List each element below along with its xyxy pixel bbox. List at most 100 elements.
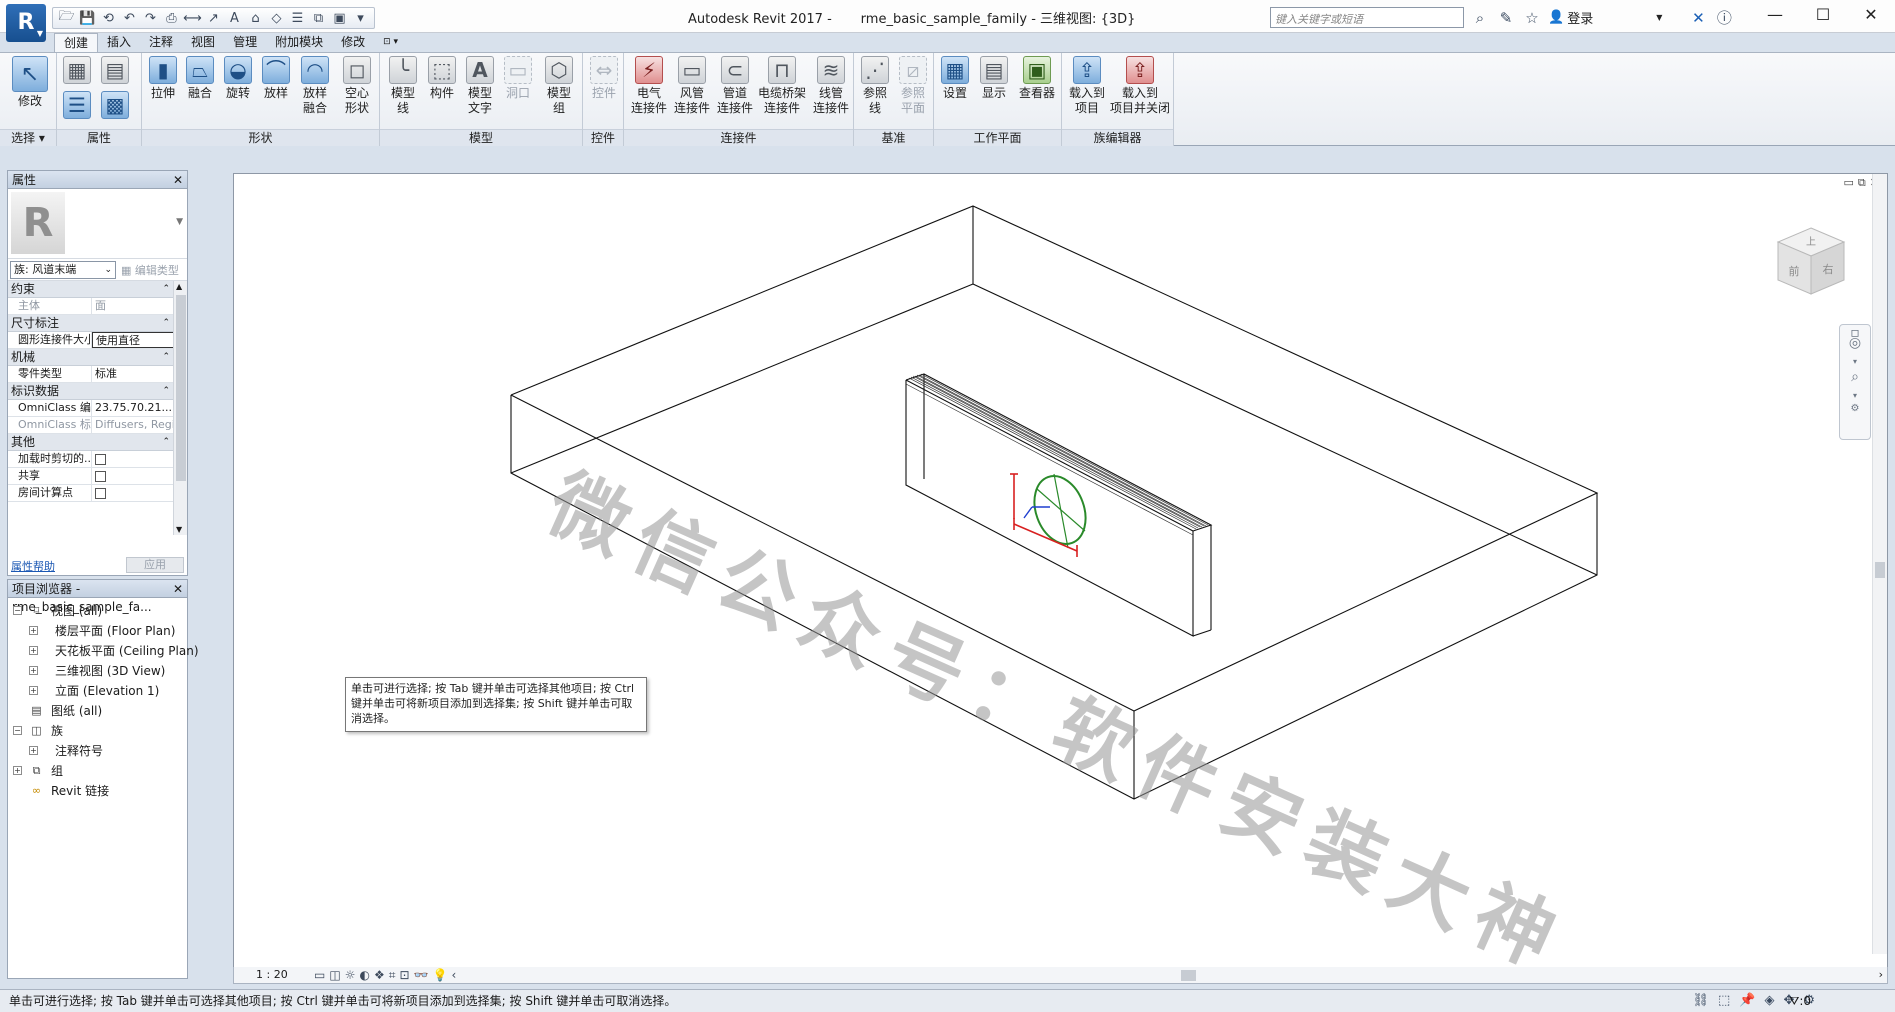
vertical-scrollbar[interactable]	[1872, 174, 1887, 954]
sign-in-button[interactable]: 👤 登录 ▼	[1548, 8, 1662, 27]
type-properties-button[interactable]: ▩	[101, 91, 129, 121]
tree-item-families[interactable]: − ◫ 族	[8, 721, 187, 741]
part-type-field[interactable]: 标准	[92, 366, 174, 382]
viewcube[interactable]: 上 前 右	[1772, 224, 1850, 302]
set-work-plane-button[interactable]: ▦ 设置	[938, 56, 972, 101]
select-underlay-icon[interactable]: ⬚	[1718, 990, 1730, 1012]
section-icon[interactable]: ◇	[267, 10, 286, 27]
electrical-connector-button[interactable]: ⚡ 电气 连接件	[628, 56, 670, 116]
model-line-button[interactable]: ╰ 模型线	[386, 56, 420, 116]
switch-windows-icon[interactable]: ▣	[330, 10, 349, 27]
tab-manage[interactable]: 管理	[224, 33, 266, 52]
shared-checkbox[interactable]	[95, 471, 106, 482]
view-scale-button[interactable]: 1 : 20	[256, 967, 288, 983]
tree-item-floor-plan[interactable]: + 楼层平面 (Floor Plan)	[8, 621, 187, 641]
ribbon-minimize-toggle[interactable]: ⊡ ▾	[374, 33, 407, 52]
control-button[interactable]: ⇔ 控件	[587, 56, 621, 101]
undo-icon[interactable]: ↶	[120, 10, 139, 27]
text-icon[interactable]: A	[225, 10, 244, 27]
blend-button[interactable]: ⏢ 融合	[183, 56, 217, 101]
options-icon[interactable]: ⚙	[1840, 403, 1870, 425]
tab-view[interactable]: 视图	[182, 33, 224, 52]
exchange-apps-icon[interactable]: ✕	[1688, 8, 1708, 28]
subscription-icon[interactable]: ✎	[1496, 8, 1516, 28]
search-input[interactable]: 键入关键字或短语	[1270, 7, 1464, 28]
steering-wheel-icon[interactable]: ◎	[1840, 335, 1870, 357]
tree-item-annotation-symbols[interactable]: + 注释符号	[8, 741, 187, 761]
duct-connector-button[interactable]: ▭ 风管 连接件	[671, 56, 713, 116]
dimension-icon[interactable]: ↗	[204, 10, 223, 27]
3d-model-geometry[interactable]	[234, 174, 1874, 964]
detail-level-icon[interactable]: ▭	[314, 967, 325, 983]
sun-path-icon[interactable]: ☼	[345, 967, 356, 983]
horizontal-scroll-thumb[interactable]	[1181, 970, 1196, 981]
pipe-connector-button[interactable]: ⊂ 管道 连接件	[714, 56, 756, 116]
sweep-button[interactable]: ⌒ 放样	[259, 56, 293, 101]
expand-icon[interactable]: +	[29, 666, 38, 675]
visual-style-icon[interactable]: ◫	[329, 967, 340, 983]
print-icon[interactable]: ⎙	[162, 10, 181, 27]
star-icon[interactable]: ☆	[1522, 8, 1542, 28]
type-selector-preview[interactable]: R ▼	[8, 189, 187, 259]
scroll-thumb[interactable]	[176, 295, 186, 481]
shadows-icon[interactable]: ◐	[359, 967, 369, 983]
modify-button[interactable]: ↖ 修改	[10, 56, 50, 109]
close-icon[interactable]: ✕	[173, 580, 183, 598]
extrusion-button[interactable]: ▮ 拉伸	[146, 56, 180, 101]
chevron-down-icon[interactable]: ▼	[176, 217, 183, 227]
tab-modify[interactable]: 修改	[332, 33, 374, 52]
group-label-select[interactable]: 选择 ▾	[0, 129, 56, 146]
category-constraints[interactable]: 约束 ⌃	[8, 281, 174, 298]
zoom-icon[interactable]: ⌕	[1840, 369, 1870, 391]
tree-item-ceiling-plan[interactable]: + 天花板平面 (Ceiling Plan)	[8, 641, 199, 661]
select-links-icon[interactable]: ⛓	[1692, 990, 1709, 1012]
customize-qat-icon[interactable]: ▾	[351, 10, 370, 27]
open-icon[interactable]: 🗁	[57, 9, 76, 27]
opening-button[interactable]: ▭ 洞口	[501, 56, 535, 101]
conduit-connector-button[interactable]: ≋ 线管 连接件	[810, 56, 852, 116]
select-pinned-icon[interactable]: 📌	[1739, 990, 1755, 1012]
reveal-hidden-icon[interactable]: 💡	[432, 967, 447, 983]
tab-create[interactable]: 创建	[54, 33, 99, 52]
temporary-hide-icon[interactable]: 👓	[414, 967, 429, 983]
minimize-icon[interactable]: —	[1751, 0, 1799, 32]
select-by-face-icon[interactable]: ◈	[1764, 990, 1774, 1012]
show-work-plane-button[interactable]: ▤ 显示	[977, 56, 1011, 101]
close-icon[interactable]: ✕	[1847, 0, 1895, 32]
swept-blend-button[interactable]: ◠ 放样 融合	[298, 56, 332, 116]
scroll-up-icon[interactable]: ▲	[176, 282, 182, 291]
tree-item-groups[interactable]: + ⧉ 组	[8, 761, 187, 781]
collapse-icon[interactable]: −	[13, 606, 22, 615]
model-text-button[interactable]: A 模型 文字	[463, 56, 497, 116]
default-3d-view-icon[interactable]: ⌂	[246, 10, 265, 27]
scroll-down-icon[interactable]: ▼	[176, 525, 182, 534]
sync-icon[interactable]: ⟲	[99, 10, 118, 27]
tree-item-sheets[interactable]: ▤ 图纸 (all)	[8, 701, 187, 721]
binoculars-icon[interactable]: ⌕	[1470, 8, 1490, 28]
close-hidden-windows-icon[interactable]: ⧉	[309, 10, 328, 27]
category-identity-data[interactable]: 标识数据 ⌃	[8, 383, 174, 400]
save-icon[interactable]: 💾	[78, 10, 97, 27]
expand-icon[interactable]: +	[29, 646, 38, 655]
application-menu-button[interactable]: R ▼	[6, 4, 46, 42]
tab-annotate[interactable]: 注释	[140, 33, 182, 52]
reference-line-button[interactable]: ⋰ 参照线	[858, 56, 892, 116]
render-icon[interactable]: ❖	[374, 967, 385, 983]
omniclass-number-field[interactable]: 23.75.70.21....	[92, 400, 174, 416]
reference-plane-button[interactable]: ⧄ 参照 平面	[896, 56, 930, 116]
load-into-project-and-close-button[interactable]: ⇪ 载入到 项目并关闭	[1108, 56, 1172, 116]
tree-item-revit-links[interactable]: ∞ Revit 链接	[8, 781, 187, 801]
viewcube-front-label[interactable]: 前	[1789, 264, 1800, 278]
viewcube-top-label[interactable]: 上	[1806, 236, 1816, 248]
scroll-thumb[interactable]	[1875, 562, 1885, 578]
component-button[interactable]: ⬚ 构件	[425, 56, 459, 101]
chevron-down-icon[interactable]: ▾	[1840, 357, 1870, 369]
family-category-button[interactable]: ▦	[63, 56, 91, 86]
maximize-icon[interactable]: ☐	[1799, 0, 1847, 32]
properties-help-link[interactable]: 属性帮助	[11, 558, 55, 574]
void-forms-button[interactable]: ◻ 空心 形状	[338, 56, 376, 116]
load-into-project-button[interactable]: ⇪ 载入到 项目	[1064, 56, 1110, 116]
show-crop-icon[interactable]: ⊡	[399, 967, 409, 983]
revolve-button[interactable]: ◒ 旋转	[221, 56, 255, 101]
tab-insert[interactable]: 插入	[98, 33, 140, 52]
